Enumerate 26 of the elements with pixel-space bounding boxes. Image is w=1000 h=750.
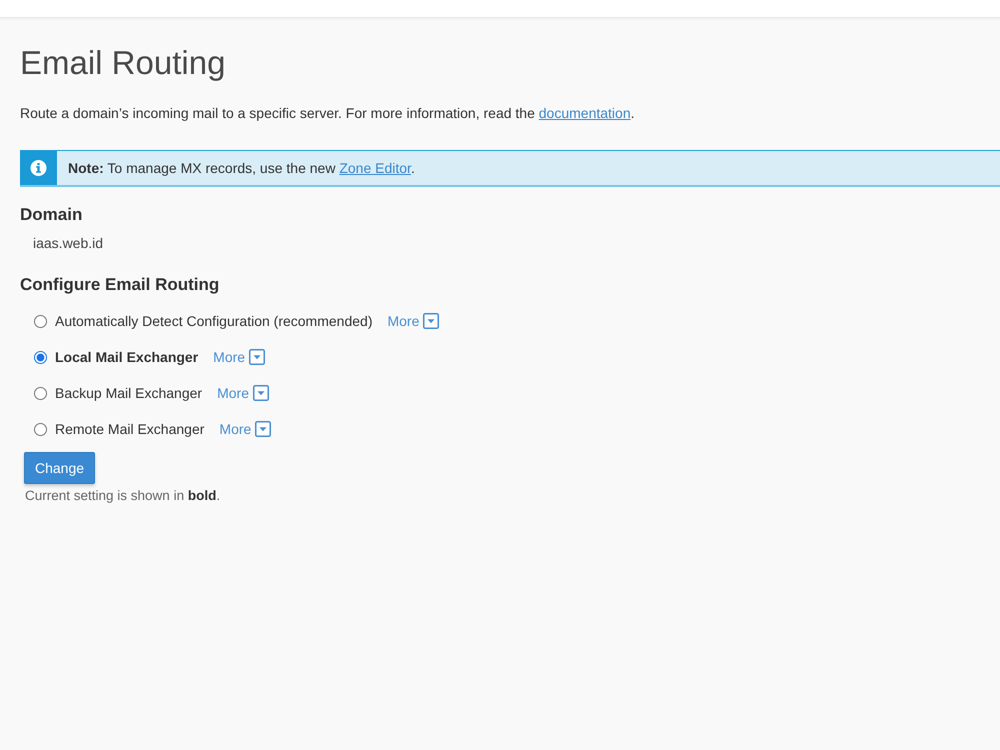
- option-label: Local Mail Exchanger: [55, 349, 198, 365]
- note-text: Note: To manage MX records, use the new Zone Editor.: [67, 159, 415, 178]
- radio-button[interactable]: [34, 422, 47, 436]
- more-link[interactable]: More: [387, 313, 440, 329]
- radio-button[interactable]: [34, 350, 47, 364]
- page-description: Route a domain’s incoming mail to a specific server. For more information, read the documentation.: [20, 104, 636, 123]
- page-title: Email Routing: [20, 43, 226, 83]
- option-label: Backup Mail Exchanger: [55, 385, 202, 401]
- caret-down-icon: [249, 349, 266, 365]
- caret-down-icon: [255, 421, 272, 437]
- documentation-link[interactable]: documentation: [538, 105, 631, 121]
- domain-name: iaas.web.id: [33, 235, 104, 251]
- zone-editor-link[interactable]: Zone Editor: [339, 160, 411, 176]
- option-label: Automatically Detect Configuration (recommended): [55, 313, 372, 329]
- more-link[interactable]: More: [219, 421, 272, 437]
- option-label: Remote Mail Exchanger: [55, 421, 204, 437]
- radio-button[interactable]: [34, 386, 47, 400]
- more-link[interactable]: More: [213, 349, 266, 365]
- caret-down-icon: [252, 385, 269, 401]
- change-button[interactable]: Change: [24, 452, 96, 484]
- current-setting-note: Current setting is shown in bold.: [25, 487, 222, 505]
- caret-down-icon: [423, 313, 440, 329]
- more-link[interactable]: More: [217, 385, 269, 401]
- section-heading: Configure Email Routing: [20, 274, 220, 296]
- radio-button[interactable]: [34, 314, 47, 328]
- section-heading: Domain: [20, 204, 84, 226]
